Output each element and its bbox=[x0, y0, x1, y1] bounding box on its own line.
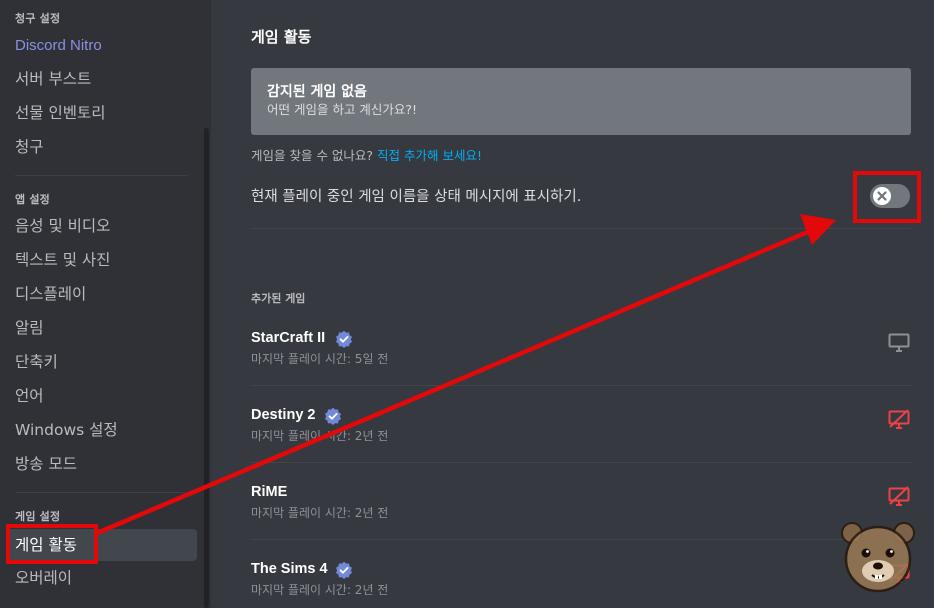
game-divider bbox=[251, 385, 911, 386]
last-played: 마지막 플레이 시간: 2년 전 bbox=[251, 429, 389, 443]
game-name: StarCraft II bbox=[251, 330, 326, 346]
sidebar-item-discord-nitro[interactable]: Discord Nitro bbox=[7, 30, 197, 62]
no-game-title: 감지된 게임 없음 bbox=[267, 84, 367, 100]
add-game-help: 게임을 찾을 수 없나요? 직접 추가해 보세요! bbox=[251, 145, 482, 164]
highlight-box-game-activity bbox=[6, 524, 98, 564]
sidebar-item-notifications[interactable]: 알림 bbox=[7, 312, 197, 344]
monitor-icon[interactable] bbox=[887, 332, 911, 354]
game-divider bbox=[251, 462, 911, 463]
verified-badge-icon bbox=[336, 561, 352, 579]
no-game-detected-card: 감지된 게임 없음 어떤 게임을 하고 계신가요?! bbox=[251, 68, 911, 135]
monitor-off-icon[interactable] bbox=[887, 486, 911, 508]
game-name: Destiny 2 bbox=[251, 407, 316, 423]
sidebar-item-language[interactable]: 언어 bbox=[7, 380, 197, 412]
highlight-box-toggle bbox=[853, 171, 921, 223]
sidebar-item-gift-inventory[interactable]: 선물 인벤토리 bbox=[7, 97, 197, 129]
section-title-billing: 청구 설정 bbox=[15, 12, 61, 25]
sidebar-divider bbox=[15, 492, 188, 493]
last-played: 마지막 플레이 시간: 2년 전 bbox=[251, 583, 389, 597]
game-row: The Sims 4 마지막 플레이 시간: 2년 전 bbox=[251, 561, 911, 608]
sidebar-item-text-images[interactable]: 텍스트 및 사진 bbox=[7, 244, 197, 276]
game-row: Destiny 2 마지막 플레이 시간: 2년 전 bbox=[251, 407, 911, 467]
add-game-link[interactable]: 직접 추가해 보세요! bbox=[377, 148, 482, 163]
add-game-help-text: 게임을 찾을 수 없나요? bbox=[251, 148, 378, 163]
page-title: 게임 활동 bbox=[251, 28, 312, 46]
game-name: RiME bbox=[251, 484, 288, 500]
sidebar-item-overlay[interactable]: 오버레이 bbox=[7, 562, 197, 594]
sidebar-item-server-boost[interactable]: 서버 부스트 bbox=[7, 63, 197, 95]
settings-sidebar: 청구 설정 Discord Nitro 서버 부스트 선물 인벤토리 청구 앱 … bbox=[0, 0, 211, 608]
discord-settings-window: 청구 설정 Discord Nitro 서버 부스트 선물 인벤토리 청구 앱 … bbox=[0, 0, 934, 608]
sidebar-item-display[interactable]: 디스플레이 bbox=[7, 278, 197, 310]
no-game-subtitle: 어떤 게임을 하고 계신가요?! bbox=[267, 102, 418, 117]
section-divider bbox=[251, 228, 911, 229]
game-row: StarCraft II 마지막 플레이 시간: 5일 전 bbox=[251, 330, 911, 390]
sidebar-item-voice-video[interactable]: 음성 및 비디오 bbox=[7, 210, 197, 242]
sidebar-item-streamer-mode[interactable]: 방송 모드 bbox=[7, 448, 197, 480]
game-divider bbox=[251, 539, 911, 540]
monitor-off-icon[interactable] bbox=[887, 409, 911, 431]
last-played: 마지막 플레이 시간: 5일 전 bbox=[251, 352, 389, 366]
section-title-game: 게임 설정 bbox=[15, 510, 61, 523]
sidebar-item-billing[interactable]: 청구 bbox=[7, 131, 197, 163]
game-row: RiME 마지막 플레이 시간: 2년 전 bbox=[251, 484, 911, 544]
verified-badge-icon bbox=[325, 407, 341, 425]
game-name: The Sims 4 bbox=[251, 561, 328, 577]
game-activity-panel: 게임 활동 감지된 게임 없음 어떤 게임을 하고 계신가요?! 게임을 찾을 … bbox=[211, 0, 934, 608]
sidebar-scrollbar[interactable] bbox=[204, 128, 209, 608]
sidebar-divider bbox=[15, 175, 188, 176]
bear-mascot-watermark bbox=[841, 522, 915, 593]
added-games-title: 추가된 게임 bbox=[251, 292, 306, 305]
section-title-app: 앱 설정 bbox=[15, 193, 50, 206]
sidebar-item-windows-settings[interactable]: Windows 설정 bbox=[7, 414, 197, 446]
last-played: 마지막 플레이 시간: 2년 전 bbox=[251, 506, 389, 520]
verified-badge-icon bbox=[336, 330, 352, 348]
status-setting-label: 현재 플레이 중인 게임 이름을 상태 메시지에 표시하기. bbox=[251, 189, 582, 205]
sidebar-item-keybinds[interactable]: 단축키 bbox=[7, 346, 197, 378]
